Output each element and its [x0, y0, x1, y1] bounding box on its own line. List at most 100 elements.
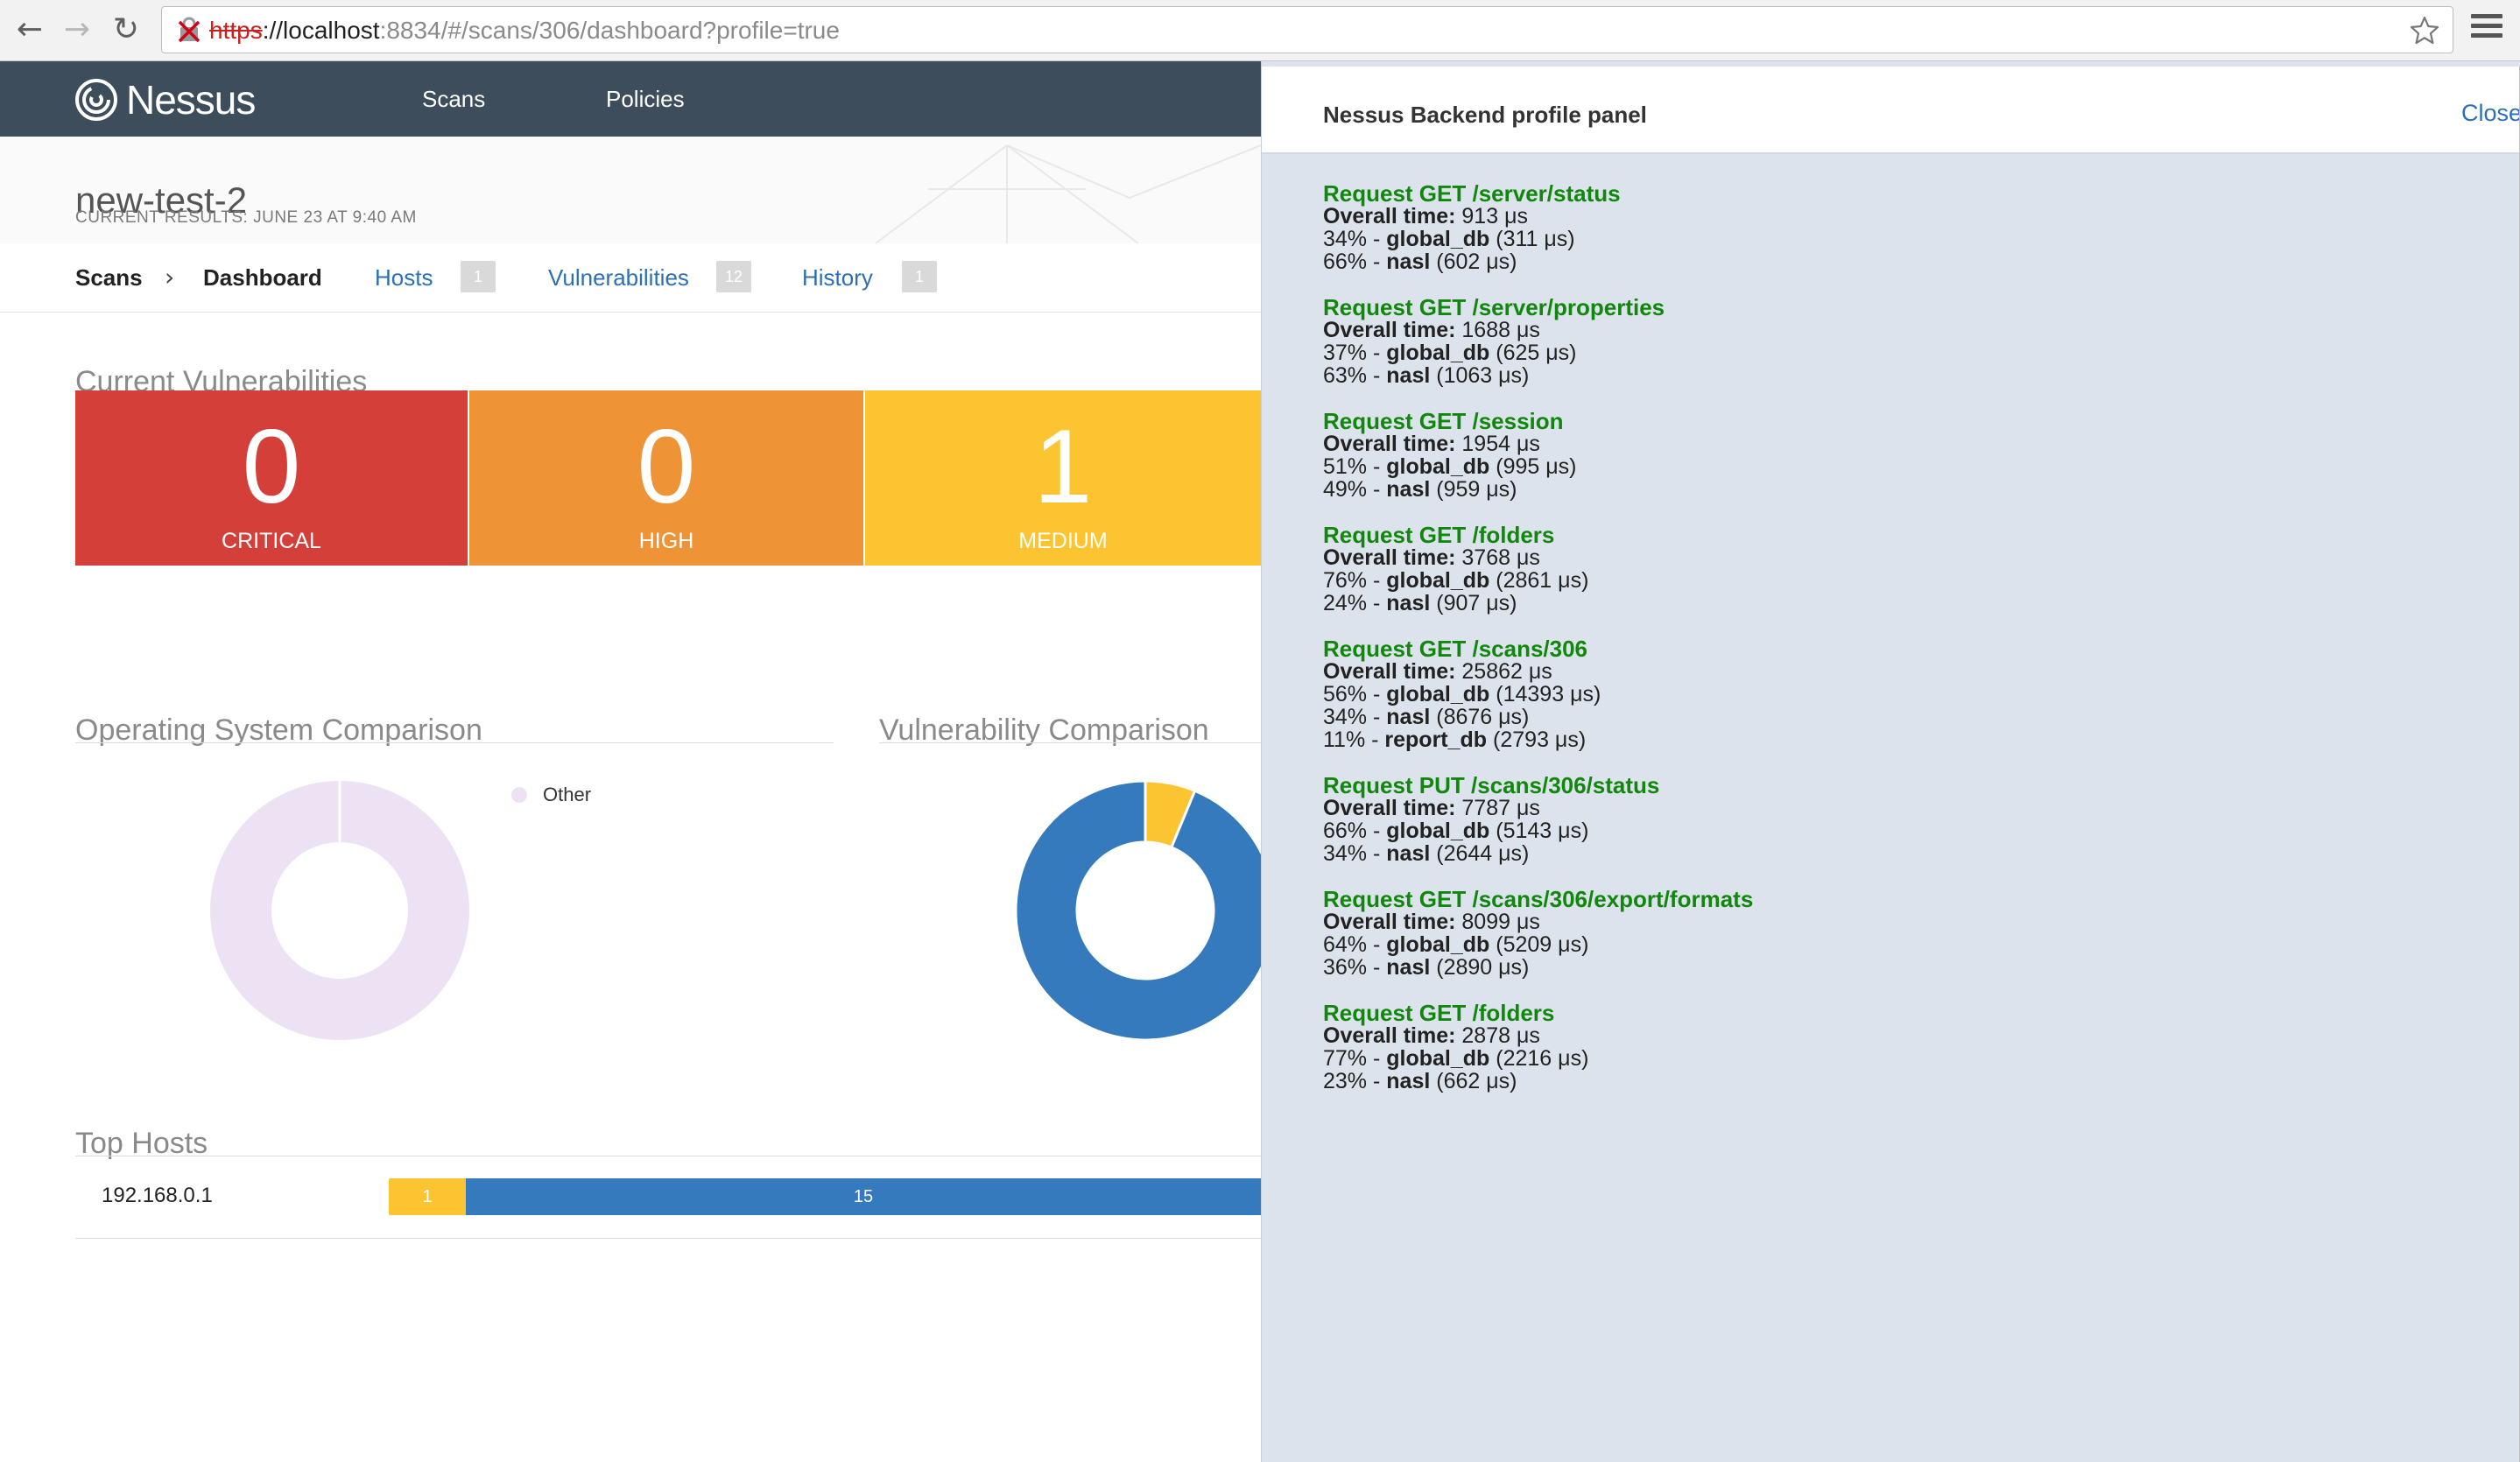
- breakdown-time: (2644 μs): [1430, 841, 1530, 866]
- overall-time-value: 3768 μs: [1461, 545, 1540, 570]
- nav-policies-link[interactable]: Policies: [606, 86, 685, 112]
- breakdown-percent: 34% -: [1323, 841, 1387, 866]
- history-count-badge: 1: [902, 261, 937, 292]
- url-text[interactable]: https://localhost:8834/#/scans/306/dashb…: [209, 18, 840, 44]
- profile-panel-header: Nessus Backend profile panel Close: [1262, 67, 2520, 154]
- vulnerabilities-count-badge: 12: [716, 261, 751, 292]
- request-title: Request GET /scans/306: [1323, 636, 1588, 662]
- url-host: ://localhost: [262, 17, 380, 44]
- request-title: Request GET /folders: [1323, 1000, 1555, 1026]
- breakdown-time: (311 μs): [1489, 227, 1575, 251]
- browser-toolbar: ← → ↻ https://localhost:8834/#/scans/306…: [0, 0, 2520, 61]
- request-breakdown-row: 34% - nasl (2644 μs): [1323, 842, 1753, 865]
- breakdown-percent: 11% -: [1323, 727, 1385, 752]
- request-overall-time: Overall time: 7787 μs: [1323, 797, 1753, 819]
- host-ip-link[interactable]: 192.168.0.1: [102, 1184, 213, 1208]
- browser-menu-icon[interactable]: [2471, 14, 2502, 46]
- request-title: Request GET /session: [1323, 408, 1564, 434]
- request-title: Request GET /scans/306/export/formats: [1323, 886, 1754, 912]
- medium-count: 1: [1033, 408, 1093, 525]
- breakdown-time: (959 μs): [1430, 477, 1517, 502]
- request-breakdown-row: 34% - global_db (311 μs): [1323, 228, 1753, 250]
- overall-time-label: Overall time:: [1323, 1023, 1456, 1048]
- request-breakdown-row: 37% - global_db (625 μs): [1323, 341, 1753, 364]
- breakdown-component: nasl: [1386, 705, 1431, 729]
- scan-tabs: Scans › Dashboard Hosts 1 Vulnerabilitie…: [0, 243, 1261, 313]
- request-title: Request GET /server/status: [1323, 180, 1621, 207]
- nessus-logo-text: Nessus: [126, 77, 256, 123]
- critical-severity-box[interactable]: 0 CRITICAL: [75, 390, 468, 566]
- overall-time-label: Overall time:: [1323, 318, 1456, 342]
- breadcrumb-chevron-icon: ›: [165, 263, 175, 292]
- breakdown-time: (625 μs): [1489, 341, 1577, 365]
- medium-severity-box[interactable]: 1 MEDIUM: [865, 390, 1261, 566]
- breakdown-time: (907 μs): [1430, 591, 1517, 615]
- request-breakdown-row: 64% - global_db (5209 μs): [1323, 933, 1753, 956]
- profile-panel: Nessus Backend profile panel Close Reque…: [1261, 61, 2520, 1462]
- tab-vulnerabilities[interactable]: Vulnerabilities: [548, 264, 689, 291]
- request-overall-time: Overall time: 1688 μs: [1323, 319, 1753, 341]
- breakdown-percent: 36% -: [1323, 955, 1387, 980]
- request-profile-entry: Request GET /folders Overall time: 3768 μ…: [1323, 524, 1753, 637]
- bookmark-star-icon[interactable]: [2409, 15, 2440, 46]
- breakdown-component: global_db: [1386, 1046, 1490, 1071]
- request-overall-time: Overall time: 8099 μs: [1323, 910, 1753, 933]
- host-severity-bar[interactable]: 1 15: [389, 1178, 1261, 1215]
- request-breakdown-row: 76% - global_db (2861 μs): [1323, 569, 1753, 592]
- breakdown-percent: 64% -: [1323, 932, 1387, 957]
- overall-time-label: Overall time:: [1323, 545, 1456, 570]
- overall-time-label: Overall time:: [1323, 659, 1456, 684]
- request-breakdown-row: 23% - nasl (662 μs): [1323, 1070, 1753, 1093]
- url-scheme: https: [209, 17, 263, 44]
- breakdown-time: (5209 μs): [1489, 932, 1589, 957]
- request-overall-time: Overall time: 1954 μs: [1323, 432, 1753, 455]
- tab-dashboard[interactable]: Dashboard: [203, 264, 322, 291]
- breakdown-time: (2890 μs): [1430, 955, 1530, 980]
- request-overall-time: Overall time: 2878 μs: [1323, 1024, 1753, 1047]
- os-legend[interactable]: Other: [511, 783, 591, 807]
- top-navigation: Nessus Scans Policies: [0, 61, 1261, 137]
- breakdown-component: global_db: [1386, 682, 1490, 706]
- vuln-donut-slice-1[interactable]: [1016, 781, 1261, 1040]
- close-panel-button[interactable]: Close: [2461, 100, 2520, 126]
- high-label: HIGH: [638, 529, 694, 553]
- overall-time-value: 913 μs: [1461, 204, 1528, 228]
- legend-dot-other: [511, 787, 527, 803]
- vulnerability-comparison-donut: [1016, 781, 1261, 1040]
- breakdown-component: nasl: [1386, 1069, 1431, 1093]
- breadcrumb-scans[interactable]: Scans: [75, 264, 143, 291]
- breakdown-percent: 49% -: [1323, 477, 1387, 502]
- overall-time-value: 8099 μs: [1461, 910, 1540, 934]
- breakdown-time: (14393 μs): [1489, 682, 1601, 706]
- request-breakdown-row: 11% - report_db (2793 μs): [1323, 728, 1753, 751]
- tab-history[interactable]: History: [802, 264, 873, 291]
- overall-time-value: 25862 μs: [1461, 659, 1552, 684]
- breakdown-percent: 66% -: [1323, 250, 1387, 274]
- medium-label: MEDIUM: [1018, 529, 1108, 553]
- request-profile-list: Request GET /server/status Overall time: …: [1323, 182, 1753, 1115]
- host-bar-medium-segment: 1: [389, 1178, 466, 1215]
- request-breakdown-row: 66% - nasl (602 μs): [1323, 250, 1753, 273]
- overall-time-value: 1688 μs: [1461, 318, 1540, 342]
- request-overall-time: Overall time: 3768 μs: [1323, 546, 1753, 569]
- critical-count: 0: [242, 408, 301, 525]
- url-path: :8834/#/scans/306/dashboard?profile=true: [379, 17, 840, 44]
- request-profile-entry: Request GET /scans/306/export/formats Ove…: [1323, 888, 1753, 1002]
- address-bar[interactable]: https://localhost:8834/#/scans/306/dashb…: [161, 6, 2453, 53]
- decorative-header-pattern: [876, 144, 1261, 243]
- request-breakdown-row: 49% - nasl (959 μs): [1323, 478, 1753, 501]
- request-title: Request PUT /scans/306/status: [1323, 772, 1660, 798]
- nessus-logo-icon: [75, 79, 117, 121]
- nav-scans-link[interactable]: Scans: [422, 86, 485, 112]
- breakdown-component: nasl: [1386, 363, 1431, 388]
- breakdown-percent: 77% -: [1323, 1046, 1387, 1071]
- breakdown-time: (2216 μs): [1489, 1046, 1589, 1071]
- breakdown-component: nasl: [1386, 841, 1431, 866]
- breakdown-time: (5143 μs): [1489, 819, 1589, 843]
- high-severity-box[interactable]: 0 HIGH: [469, 390, 863, 566]
- tab-hosts[interactable]: Hosts: [375, 264, 433, 291]
- legend-label-other: Other: [543, 784, 592, 805]
- reload-icon[interactable]: ↻: [109, 12, 144, 47]
- forward-arrow-icon[interactable]: →: [60, 12, 95, 47]
- back-arrow-icon[interactable]: ←: [12, 12, 47, 47]
